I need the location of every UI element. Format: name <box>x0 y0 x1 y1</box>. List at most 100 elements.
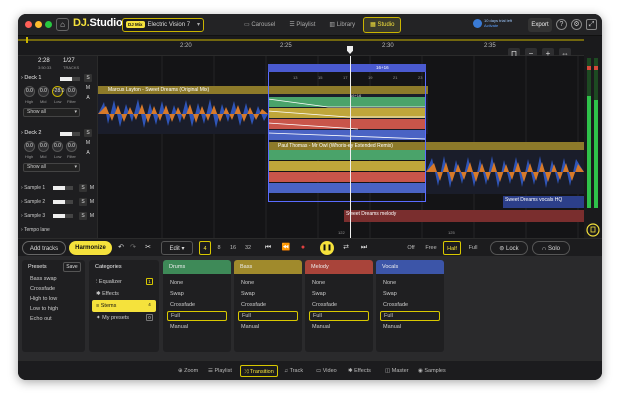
stem-option[interactable]: Manual <box>167 322 227 332</box>
undo-icon[interactable]: ↶ <box>116 241 126 255</box>
sample-1-clip[interactable]: Sweet Dreams vocals HQ <box>503 196 584 208</box>
deck-2-label[interactable]: › Deck 2 <box>21 130 42 136</box>
mix-selector[interactable]: DJ Mix Electric Vision 7 ▾ <box>122 18 204 32</box>
record-icon[interactable]: ● <box>297 241 309 255</box>
solo-button[interactable]: ∩ Solo <box>532 241 570 255</box>
deck-1-label[interactable]: › Deck 1 <box>21 75 42 81</box>
stem-option-selected[interactable]: Full <box>167 311 227 321</box>
maximize-window-icon[interactable] <box>45 21 52 28</box>
stem-option[interactable]: Swap <box>238 289 298 299</box>
stem-option[interactable]: Manual <box>380 322 440 332</box>
tab-track[interactable]: ♫ Track <box>284 365 303 377</box>
home-icon[interactable]: ⌂ <box>56 18 69 31</box>
cut-icon[interactable]: ✂ <box>142 241 154 255</box>
edit-dropdown[interactable]: Edit ▾ <box>161 241 193 255</box>
deck-1-solo[interactable]: S <box>84 74 92 82</box>
timeline-ruler[interactable]: 2:20 2:25 2:30 2:35 ⊓ − + ⇔ 6% <box>18 36 602 60</box>
harmonize-button[interactable]: Harmonize <box>69 241 112 255</box>
skip-back-icon[interactable]: ⏮ <box>263 241 273 255</box>
fullscreen-icon[interactable]: ⤢ <box>586 19 597 30</box>
help-icon[interactable]: ? <box>556 19 567 30</box>
stem-option[interactable]: Crossfade <box>167 300 227 310</box>
preset-item[interactable]: Bass swap <box>22 274 85 284</box>
tab-effects[interactable]: ✱ Effects <box>348 365 371 377</box>
deck-1-mute[interactable]: M <box>84 84 92 92</box>
stem-option[interactable]: Crossfade <box>309 300 369 310</box>
mode-free[interactable]: Free <box>422 241 440 255</box>
stem-option[interactable]: Crossfade <box>238 300 298 310</box>
loop-size-8[interactable]: 8 <box>213 241 225 255</box>
deck-1-mid-knob[interactable]: 0.0 <box>38 86 49 97</box>
deck-1-low-knob[interactable]: -28.0 <box>52 86 64 97</box>
deck-1-volume[interactable] <box>60 77 80 81</box>
stem-option[interactable]: None <box>167 278 227 288</box>
close-window-icon[interactable] <box>25 21 32 28</box>
sample-2-solo[interactable]: S <box>79 198 87 206</box>
loop-size-16[interactable]: 16 <box>227 241 239 255</box>
preset-item[interactable]: Echo out <box>22 314 85 324</box>
stem-option[interactable]: Swap <box>309 289 369 299</box>
pause-button[interactable]: ❚❚ <box>320 241 334 255</box>
deck-1-auto[interactable]: A <box>84 94 92 102</box>
stem-option[interactable]: None <box>309 278 369 288</box>
deck-2-filter-knob[interactable]: 0.0 <box>66 141 77 152</box>
deck-2-waveform[interactable] <box>426 150 584 194</box>
loop-size-4[interactable]: 4 <box>199 241 211 255</box>
sample-3-volume[interactable] <box>53 214 73 218</box>
tab-zoom[interactable]: ⊕ Zoom <box>178 365 198 377</box>
sample-1-solo[interactable]: S <box>79 184 87 192</box>
stem-option[interactable]: Manual <box>309 322 369 332</box>
minimize-window-icon[interactable] <box>35 21 42 28</box>
skip-forward-icon[interactable]: ⏭ <box>359 241 369 255</box>
stem-option-selected[interactable]: Full <box>309 311 369 321</box>
category-equalizer[interactable]: ⫶ Equalizer 1 <box>92 276 156 288</box>
stem-option[interactable]: Swap <box>167 289 227 299</box>
sample-3-clip[interactable]: Sweet Dreams melody <box>344 210 584 222</box>
tab-playlist[interactable]: ☰ Playlist <box>283 17 321 33</box>
deck-2-mute[interactable]: M <box>84 139 92 147</box>
preset-item[interactable]: Low to high <box>22 304 85 314</box>
deck-2-low-knob[interactable]: 0.0 <box>52 141 63 152</box>
sample-1-label[interactable]: › Sample 1 <box>21 185 45 191</box>
tab-master[interactable]: ◫ Master <box>385 365 409 377</box>
save-preset-button[interactable]: Save <box>63 262 81 272</box>
track-area[interactable]: Marcus Layton - Sweet Dreams (Original M… <box>98 56 584 238</box>
sample-2-volume[interactable] <box>53 200 73 204</box>
trial-link[interactable]: Activate <box>484 23 498 28</box>
sample-3-mute[interactable]: M <box>88 212 96 220</box>
preset-item[interactable]: Crossfade <box>22 284 85 294</box>
category-my-presets[interactable]: ✦ My presets 0 <box>92 312 156 324</box>
sample-1-volume[interactable] <box>53 186 73 190</box>
sample-1-mute[interactable]: M <box>88 184 96 192</box>
deck-2-solo[interactable]: S <box>84 129 92 137</box>
category-effects[interactable]: ✱ Effects <box>92 288 156 300</box>
tab-playlist-bottom[interactable]: ☰ Playlist <box>208 365 232 377</box>
tab-studio[interactable]: ▦ Studio <box>363 17 402 33</box>
sample-2-label[interactable]: › Sample 2 <box>21 199 45 205</box>
deck-2-high-knob[interactable]: 0.0 <box>24 141 35 152</box>
transition-bar[interactable]: 16+16 <box>268 64 426 72</box>
sample-3-solo[interactable]: S <box>79 212 87 220</box>
tab-library[interactable]: ▥ Library <box>323 17 361 33</box>
trial-notice[interactable]: 10 days trial left Activate <box>473 18 528 32</box>
lock-button[interactable]: ⊜ Lock <box>490 241 528 255</box>
stem-option-selected[interactable]: Full <box>238 311 298 321</box>
add-tracks-button[interactable]: Add tracks <box>22 241 66 255</box>
tab-video[interactable]: ▭ Video <box>316 365 337 377</box>
deck-2-mid-knob[interactable]: 0.0 <box>38 141 49 152</box>
mode-off[interactable]: Off <box>403 241 419 255</box>
transition-selection[interactable] <box>268 64 426 202</box>
tab-samples[interactable]: ◉ Samples <box>418 365 446 377</box>
stem-option[interactable]: Swap <box>380 289 440 299</box>
tempo-lane-label[interactable]: › Tempo lane <box>21 227 50 233</box>
tab-carousel[interactable]: ▭ Carousel <box>238 17 281 33</box>
stem-option-selected[interactable]: Full <box>380 311 440 321</box>
deck-1-show-all[interactable]: Show all ▾ <box>23 108 80 117</box>
deck-2-volume[interactable] <box>60 132 80 136</box>
deck-1-filter-knob[interactable]: 0.0 <box>66 86 77 97</box>
deck-2-show-all[interactable]: Show all ▾ <box>23 163 80 172</box>
sample-2-mute[interactable]: M <box>88 198 96 206</box>
stem-option[interactable]: Crossfade <box>380 300 440 310</box>
stem-option[interactable]: Manual <box>238 322 298 332</box>
playhead[interactable] <box>350 56 351 238</box>
